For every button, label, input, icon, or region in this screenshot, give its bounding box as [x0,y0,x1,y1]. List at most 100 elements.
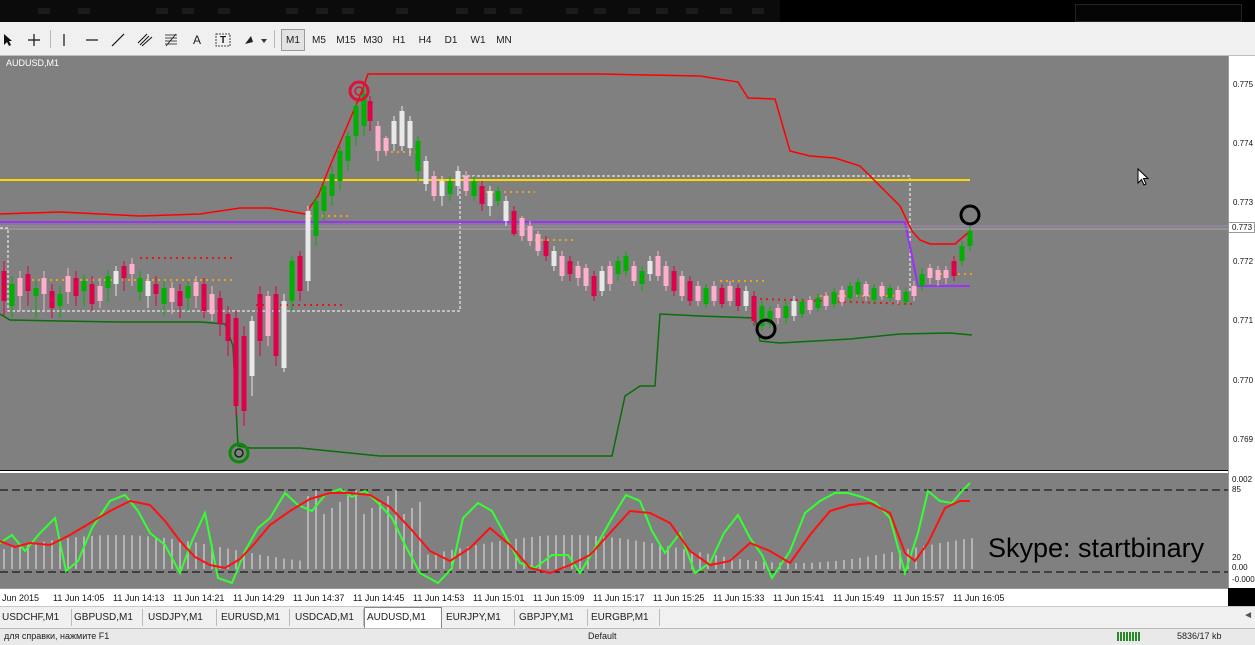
tab-audusd[interactable]: AUDUSD,M1 [364,607,442,628]
tab-usdchf[interactable]: USDCHF,M1 [0,609,72,626]
time-tick: 11 Jun 15:57 [893,593,945,603]
purple-level-line [0,221,970,287]
lower-band [0,313,973,457]
candle-body [305,211,311,281]
fibonacci-icon[interactable] [160,29,182,51]
candle-body [599,271,605,291]
candle-body [927,268,933,278]
candle-body [49,291,55,308]
tab-eurgbp[interactable]: EURGBP,M1 [589,609,660,626]
crosshair-icon[interactable] [24,29,44,51]
candle-body [137,278,143,292]
candle-body [233,318,239,406]
candle-body [113,271,119,284]
candle-body [503,201,509,221]
timeframe-d1-button[interactable]: D1 [439,29,463,51]
time-tick: 11 Jun 14:29 [233,593,285,603]
timeframe-m1-button[interactable]: M1 [281,29,305,51]
oscillator-canvas [0,482,1228,585]
time-tick: 11 Jun 15:33 [713,593,765,603]
candle-body [145,281,151,296]
candle-body [17,278,23,296]
upper-band [0,73,971,245]
tab-gbpjpy[interactable]: GBPJPY,M1 [517,609,588,626]
candle-body [887,288,893,298]
candle-body [495,191,501,201]
candle-body [791,301,797,316]
cursor-icon[interactable] [0,29,16,51]
tab-usdcad[interactable]: USDCAD,M1 [293,609,364,626]
time-axis[interactable]: Jun 2015 11 Jun 14:05 11 Jun 14:13 11 Ju… [0,588,1228,607]
status-profile: Default [588,631,617,641]
candle-body [225,314,231,341]
vertical-line-icon[interactable] [56,29,72,51]
quick-search-box[interactable] [1075,4,1242,22]
candle-body [121,266,127,278]
candle-body [607,266,613,284]
tab-usdjpy[interactable]: USDJPY,M1 [146,609,217,626]
timeframe-m15-button[interactable]: M15 [333,29,359,51]
candle-body [281,301,287,368]
black-signal-marker [755,318,777,340]
time-tick: 11 Jun 14:45 [353,593,405,603]
status-bar: для справки, нажмите F1 Default 5836/17 … [0,628,1255,645]
tab-eurjpy[interactable]: EURJPY,M1 [444,609,515,626]
candle-body [535,234,541,251]
price-chart[interactable]: AUDUSD,M1 [0,56,1228,470]
candle-body [161,288,167,304]
candle-body [663,266,669,286]
timeframe-h4-button[interactable]: H4 [413,29,437,51]
candle-body [591,276,597,296]
chart-symbol-label: AUDUSD,M1 [6,58,60,68]
mouse-cursor-icon [1137,167,1150,191]
candle-body [345,136,351,161]
candle-body [871,288,877,300]
timeframe-m5-button[interactable]: M5 [307,29,331,51]
candle-body [967,231,973,246]
timeframe-mn-button[interactable]: MN [491,29,517,51]
text-icon[interactable]: A [188,29,206,51]
trendline-icon[interactable] [108,29,128,51]
candle-body [727,286,733,301]
candle-body [439,181,445,196]
candle-body [185,286,191,298]
oscillator-window[interactable]: Skype: startbinary [0,471,1228,590]
candle-body [647,261,653,274]
time-tick: 11 Jun 14:05 [53,593,105,603]
candle-body [527,226,533,241]
time-tick: 11 Jun 15:41 [773,593,825,603]
candle-body [257,294,263,341]
candle-body [519,218,525,236]
candle-body [41,278,47,294]
candle-body [471,181,477,196]
timeframe-w1-button[interactable]: W1 [465,29,491,51]
horizontal-line-icon[interactable] [82,29,102,51]
candle-body [855,282,861,294]
indicator-tick: 0.00 [1232,563,1248,572]
indicator-tick: 0.002 [1232,475,1253,484]
tab-eurusd[interactable]: EURUSD,M1 [219,609,290,626]
toolbar-separator [274,30,275,48]
candle-body [57,294,63,306]
time-tick: 11 Jun 14:37 [293,593,345,603]
tab-gbpusd[interactable]: GBPUSD,M1 [72,609,143,626]
candle-body [671,271,677,291]
timeframe-m30-button[interactable]: M30 [360,29,386,51]
candle-body [33,288,39,296]
text-label-icon[interactable]: T [212,29,234,51]
price-axis[interactable]: 0.775 0.774 0.773 0.772 0.771 0.770 0.76… [1228,56,1255,588]
price-tick: 0.770 [1233,376,1254,385]
shapes-icon[interactable] [240,29,270,51]
candle-body [153,284,159,294]
timeframe-h1-button[interactable]: H1 [387,29,411,51]
channel-icon[interactable] [134,29,156,51]
time-tick: 11 Jun 14:21 [173,593,225,603]
price-tick: 0.769 [1233,435,1254,444]
candle-body [743,291,749,306]
status-traffic: 5836/17 kb [1177,631,1222,641]
tabs-scroll-arrow-icon[interactable]: ◄ [1243,610,1253,621]
candle-body [105,276,111,288]
candle-body [719,288,725,304]
candle-body [353,106,359,136]
candle-body [209,294,215,314]
